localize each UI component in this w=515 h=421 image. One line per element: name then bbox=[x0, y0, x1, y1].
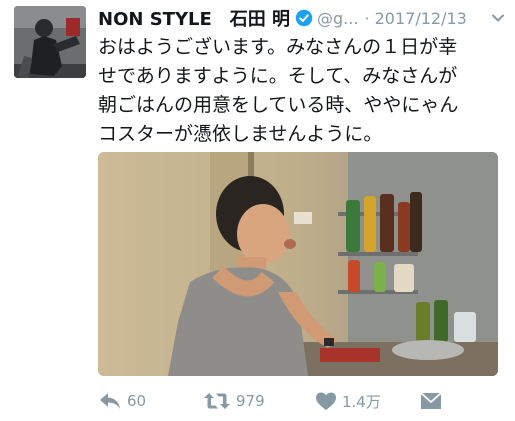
retweet-icon bbox=[204, 393, 230, 409]
heart-icon bbox=[316, 392, 336, 410]
timestamp[interactable]: · 2017/12/13 bbox=[364, 9, 466, 28]
tweet-header: NON STYLE 石田 明 @g... · 2017/12/13 bbox=[98, 4, 508, 32]
tweet-text: おはようございます。みなさんの１日が幸 せでありますように。そして、みなさんが … bbox=[98, 33, 510, 149]
avatar-image bbox=[14, 6, 86, 78]
display-name[interactable]: NON STYLE 石田 明 bbox=[98, 5, 290, 31]
tweet-text-line: せでありますように。そして、みなさんが bbox=[98, 65, 458, 87]
reply-count: 60 bbox=[127, 392, 147, 410]
tweet-text-line: おはようございます。みなさんの１日が幸 bbox=[98, 36, 458, 58]
tweet-text-line: 朝ごはんの用意をしている時、ややにゃん bbox=[98, 94, 459, 116]
retweet-count: 979 bbox=[236, 392, 265, 410]
verified-badge-icon bbox=[295, 9, 313, 27]
envelope-icon bbox=[420, 392, 442, 409]
chevron-down-icon[interactable] bbox=[490, 10, 506, 26]
message-button[interactable] bbox=[420, 384, 442, 418]
reply-button[interactable]: 60 bbox=[98, 384, 146, 418]
tweet-photo[interactable] bbox=[98, 152, 498, 376]
like-count: 1.4万 bbox=[342, 392, 381, 411]
tweet-actions: 60 979 1.4万 bbox=[0, 384, 515, 418]
user-handle[interactable]: @g... bbox=[317, 9, 358, 28]
reply-icon bbox=[100, 393, 120, 409]
tweet-text-line: コスターが憑依しませんように。 bbox=[98, 123, 383, 145]
like-button[interactable]: 1.4万 bbox=[315, 384, 381, 418]
retweet-button[interactable]: 979 bbox=[203, 384, 265, 418]
photo-image bbox=[98, 152, 498, 376]
avatar[interactable] bbox=[14, 6, 86, 78]
